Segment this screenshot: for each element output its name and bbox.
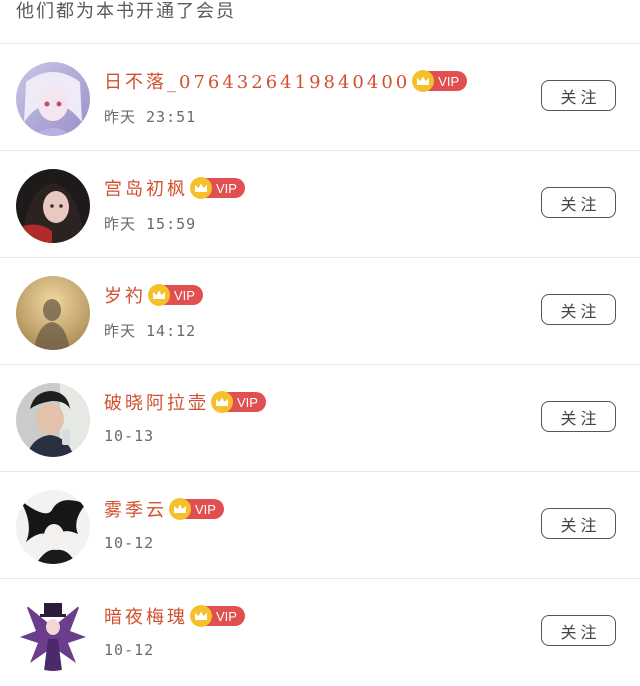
vip-badge: VIP	[211, 391, 266, 413]
member-list: 日不落_0764326419840400 VIP 昨天 23:51 关注 宫岛初…	[0, 44, 640, 686]
avatar[interactable]	[16, 276, 90, 350]
follow-button[interactable]: 关注	[541, 187, 616, 218]
follow-button[interactable]: 关注	[541, 294, 616, 325]
avatar[interactable]	[16, 169, 90, 243]
member-row[interactable]: 宫岛初枫 VIP 昨天 15:59 关注	[0, 151, 640, 258]
avatar[interactable]	[16, 62, 90, 136]
vip-badge: VIP	[148, 284, 203, 306]
vip-label: VIP	[216, 608, 237, 624]
member-time: 昨天 23:51	[104, 108, 197, 126]
vip-label: VIP	[237, 394, 258, 410]
avatar[interactable]	[16, 383, 90, 457]
avatar[interactable]	[16, 490, 90, 564]
vip-badge: VIP	[190, 177, 245, 199]
member-time: 昨天 15:59	[104, 215, 197, 233]
member-time: 10-13	[104, 427, 155, 445]
crown-icon	[211, 391, 233, 413]
crown-icon	[412, 70, 435, 92]
member-name: 破晓阿拉壶	[104, 393, 209, 414]
member-time: 10-12	[104, 534, 155, 552]
members-header: 他们都为本书开通了会员	[0, 0, 640, 44]
member-name: 雾季云	[104, 500, 167, 521]
follow-button[interactable]: 关注	[541, 401, 616, 432]
vip-label: VIP	[438, 73, 460, 89]
crown-icon	[148, 284, 170, 306]
vip-badge: VIP	[169, 498, 224, 520]
member-time: 10-12	[104, 641, 155, 659]
follow-button[interactable]: 关注	[541, 508, 616, 539]
crown-icon	[190, 177, 212, 199]
member-time: 昨天 14:12	[104, 322, 197, 340]
crown-icon	[169, 498, 191, 520]
member-name: 岁礿	[104, 286, 146, 307]
vip-badge: VIP	[190, 605, 245, 627]
follow-button[interactable]: 关注	[541, 80, 616, 111]
vip-label: VIP	[195, 501, 216, 517]
member-name: 宫岛初枫	[104, 179, 188, 200]
avatar[interactable]	[16, 597, 90, 671]
member-row[interactable]: 雾季云 VIP 10-12 关注	[0, 472, 640, 579]
vip-label: VIP	[216, 180, 237, 196]
crown-icon	[190, 605, 212, 627]
member-row[interactable]: 日不落_0764326419840400 VIP 昨天 23:51 关注	[0, 44, 640, 151]
member-row[interactable]: 暗夜梅瑰 VIP 10-12 关注	[0, 579, 640, 686]
vip-badge: VIP	[412, 70, 468, 92]
member-name: 日不落_0764326419840400	[104, 72, 411, 93]
vip-label: VIP	[174, 287, 195, 303]
header-title: 他们都为本书开通了会员	[16, 0, 236, 22]
member-row[interactable]: 岁礿 VIP 昨天 14:12 关注	[0, 258, 640, 365]
member-name: 暗夜梅瑰	[104, 607, 188, 628]
member-row[interactable]: 破晓阿拉壶 VIP 10-13 关注	[0, 365, 640, 472]
follow-button[interactable]: 关注	[541, 615, 616, 646]
